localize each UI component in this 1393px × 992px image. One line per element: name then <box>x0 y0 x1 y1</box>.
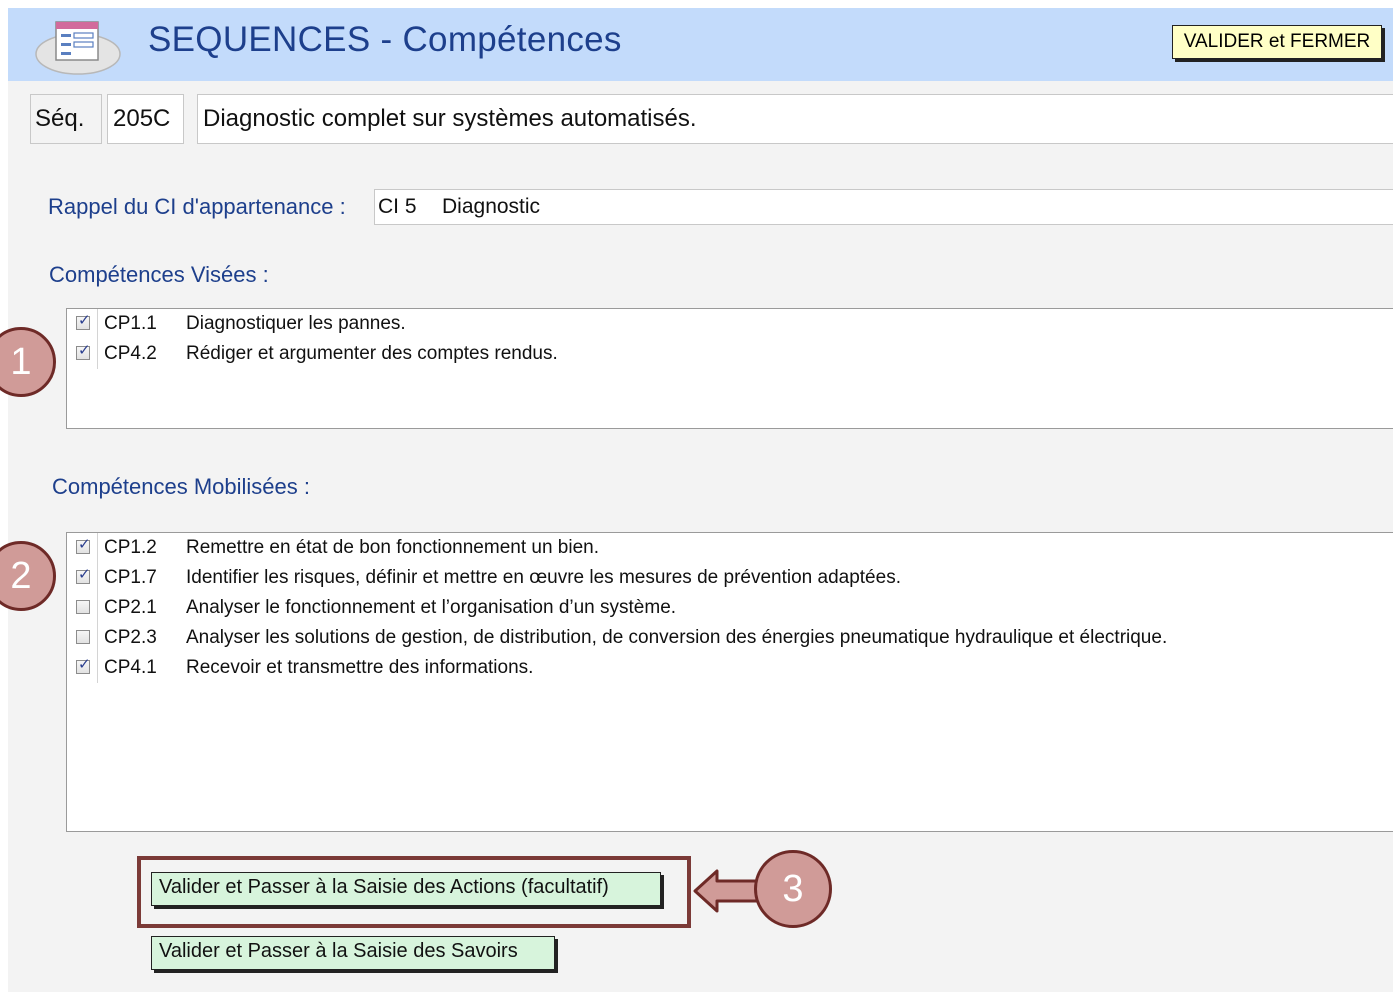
list-item[interactable]: CP2.1 Analyser le fonctionnement et l’or… <box>67 595 1393 625</box>
list-item[interactable]: ✓ CP1.2 Remettre en état de bon fonction… <box>67 535 1393 565</box>
competence-code: CP1.2 <box>104 537 157 558</box>
competence-description: Diagnostiquer les pannes. <box>186 313 406 334</box>
validate-savoirs-button[interactable]: Valider et Passer à la Saisie des Savoir… <box>151 936 555 970</box>
competence-code: CP2.3 <box>104 627 157 648</box>
callout-3: 3 <box>754 850 832 928</box>
ci-name: Diagnostic <box>442 195 541 218</box>
competence-description: Analyser les solutions de gestion, de di… <box>186 627 1168 648</box>
list-item[interactable]: ✓ CP1.7 Identifier les risques, définir … <box>67 565 1393 595</box>
competences-mobilisees-list[interactable]: ✓ CP1.2 Remettre en état de bon fonction… <box>66 532 1393 832</box>
form-header: SEQUENCES - Compétences VALIDER et FERME… <box>8 8 1393 81</box>
checkbox[interactable] <box>76 630 90 644</box>
competence-description: Recevoir et transmettre des informations… <box>186 657 534 678</box>
competences-visees-label: Compétences Visées : <box>49 262 269 287</box>
list-item[interactable]: ✓ CP1.1 Diagnostiquer les pannes. <box>67 311 1393 341</box>
competences-mobilisees-label: Compétences Mobilisées : <box>52 474 311 499</box>
ci-code: CI 5 <box>378 195 417 218</box>
competence-code: CP1.7 <box>104 567 157 588</box>
competence-description: Identifier les risques, définir et mettr… <box>186 567 901 588</box>
competence-code: CP1.1 <box>104 313 157 334</box>
sequence-code-field[interactable]: 205C <box>107 94 184 144</box>
highlight-frame <box>137 856 691 928</box>
checkbox[interactable]: ✓ <box>76 566 91 584</box>
checkmark-icon: ✓ <box>78 536 91 553</box>
checkbox[interactable]: ✓ <box>76 342 91 360</box>
competence-description: Remettre en état de bon fonctionnement u… <box>186 537 599 558</box>
sequence-label: Séq. <box>30 94 102 144</box>
list-item[interactable]: ✓ CP4.2 Rédiger et argumenter des compte… <box>67 341 1393 371</box>
ci-label: Rappel du CI d'appartenance : <box>48 194 346 219</box>
validate-close-button[interactable]: VALIDER et FERMER <box>1172 25 1382 59</box>
sequence-form: SEQUENCES - Compétences VALIDER et FERME… <box>8 8 1393 992</box>
checkbox[interactable] <box>76 600 90 614</box>
competence-description: Analyser le fonctionnement et l’organisa… <box>186 597 677 618</box>
competences-visees-list[interactable]: ✓ CP1.1 Diagnostiquer les pannes. ✓ CP4.… <box>66 308 1393 429</box>
checkbox[interactable]: ✓ <box>76 656 91 674</box>
competence-code: CP4.1 <box>104 657 157 678</box>
checkmark-icon: ✓ <box>78 656 91 673</box>
checkbox[interactable]: ✓ <box>76 536 91 554</box>
competence-code: CP4.2 <box>104 343 157 364</box>
list-item[interactable]: CP2.3 Analyser les solutions de gestion,… <box>67 625 1393 655</box>
form-title: SEQUENCES - Compétences <box>148 20 622 59</box>
form-icon <box>35 21 121 75</box>
checkmark-icon: ✓ <box>78 312 91 329</box>
list-item[interactable]: ✓ CP4.1 Recevoir et transmettre des info… <box>67 655 1393 685</box>
competence-description: Rédiger et argumenter des comptes rendus… <box>186 343 558 364</box>
ci-field[interactable]: CI 5 Diagnostic <box>374 189 1393 225</box>
competence-code: CP2.1 <box>104 597 157 618</box>
checkmark-icon: ✓ <box>78 566 91 583</box>
checkbox[interactable]: ✓ <box>76 312 91 330</box>
checkmark-icon: ✓ <box>78 342 91 359</box>
sequence-title-field[interactable]: Diagnostic complet sur systèmes automati… <box>197 94 1393 144</box>
